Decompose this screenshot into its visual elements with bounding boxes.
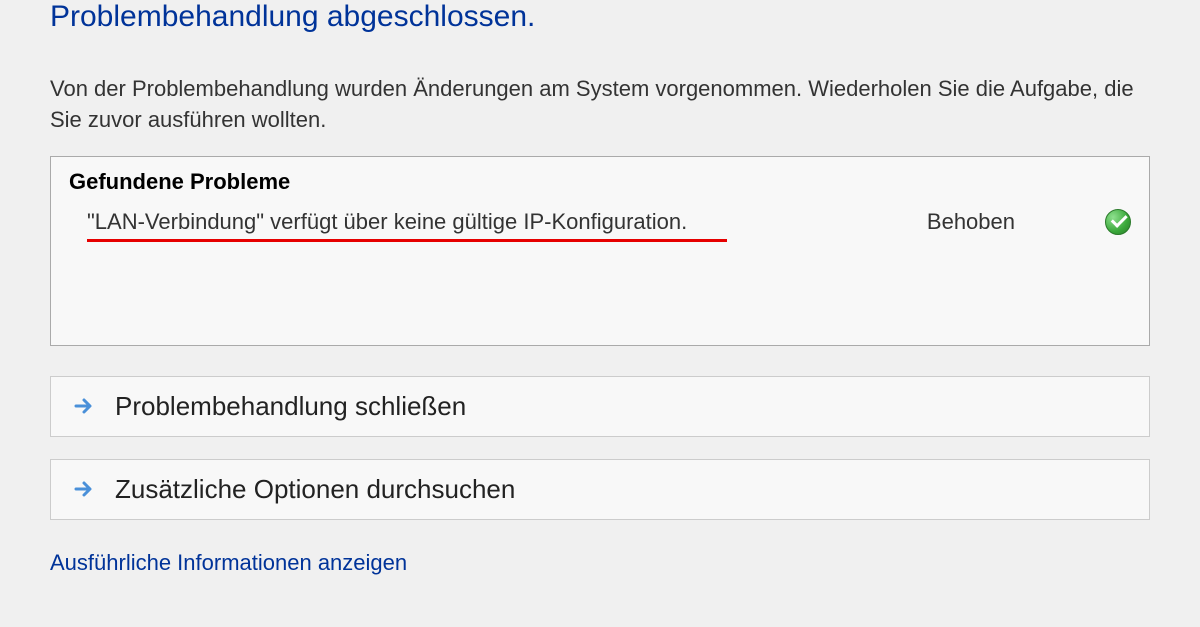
problems-header: Gefundene Probleme — [69, 169, 1131, 195]
arrow-right-icon — [71, 476, 97, 502]
close-troubleshooter-button[interactable]: Problembehandlung schließen — [50, 376, 1150, 437]
problem-status: Behoben — [927, 209, 1015, 235]
highlight-underline — [87, 239, 727, 242]
check-icon — [1105, 209, 1131, 235]
explore-additional-options-button[interactable]: Zusätzliche Optionen durchsuchen — [50, 459, 1150, 520]
description-text: Von der Problembehandlung wurden Änderun… — [50, 74, 1150, 136]
problem-text: "LAN-Verbindung" verfügt über keine gült… — [87, 209, 687, 234]
problems-box: Gefundene Probleme "LAN-Verbindung" verf… — [50, 156, 1150, 346]
option-label: Zusätzliche Optionen durchsuchen — [115, 474, 515, 505]
option-label: Problembehandlung schließen — [115, 391, 466, 422]
problem-row: "LAN-Verbindung" verfügt über keine gült… — [69, 205, 1131, 239]
detailed-info-link[interactable]: Ausführliche Informationen anzeigen — [50, 542, 1150, 576]
page-title: Problembehandlung abgeschlossen. — [50, 0, 1150, 34]
arrow-right-icon — [71, 393, 97, 419]
